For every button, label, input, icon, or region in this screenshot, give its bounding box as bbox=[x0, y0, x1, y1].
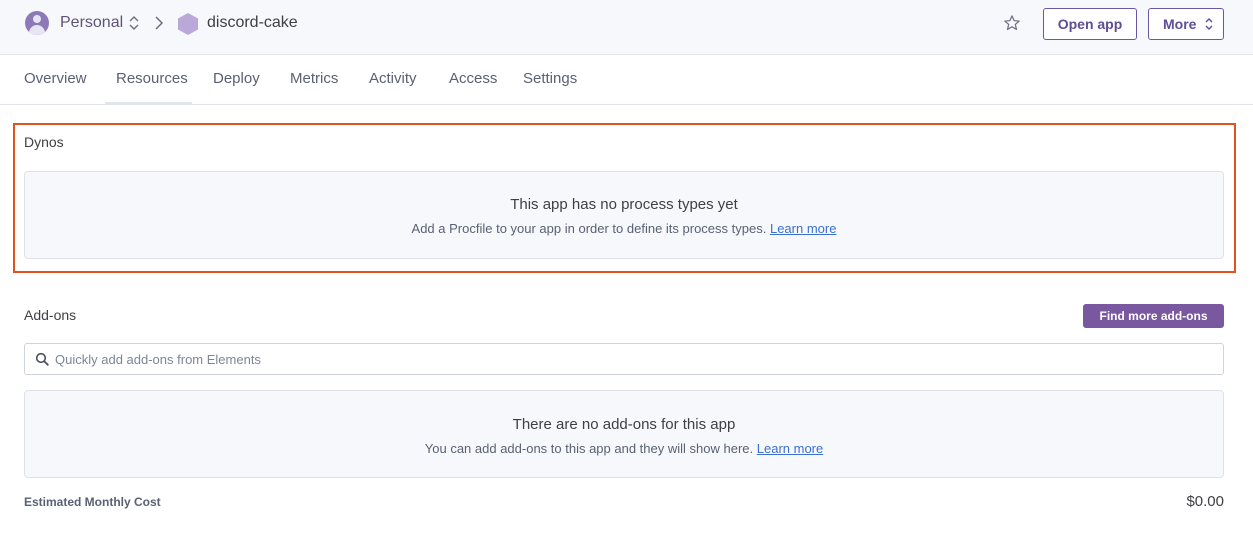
app-header: Personal discord-cake Open app More bbox=[0, 0, 1253, 55]
addons-learn-more-link[interactable]: Learn more bbox=[757, 441, 823, 456]
team-switcher[interactable]: Personal bbox=[60, 14, 123, 32]
tab-deploy[interactable]: Deploy bbox=[213, 70, 260, 87]
tab-activity[interactable]: Activity bbox=[369, 70, 417, 87]
find-more-addons-button[interactable]: Find more add-ons bbox=[1083, 304, 1224, 328]
tab-overview[interactable]: Overview bbox=[24, 70, 87, 87]
chevron-right-icon bbox=[155, 16, 164, 30]
open-app-button[interactable]: Open app bbox=[1043, 8, 1137, 40]
more-button[interactable]: More bbox=[1148, 8, 1224, 40]
find-more-addons-label: Find more add-ons bbox=[1099, 309, 1208, 323]
estimated-cost-label: Estimated Monthly Cost bbox=[24, 495, 161, 509]
app-tabs: Overview Resources Deploy Metrics Activi… bbox=[0, 55, 1253, 105]
dynos-empty-title: This app has no process types yet bbox=[510, 196, 738, 213]
search-icon bbox=[35, 352, 49, 366]
dynos-empty-state: This app has no process types yet Add a … bbox=[24, 171, 1224, 259]
dynos-empty-desc: Add a Procfile to your app in order to d… bbox=[411, 221, 767, 236]
addons-empty-state: There are no add-ons for this app You ca… bbox=[24, 390, 1224, 478]
tab-settings[interactable]: Settings bbox=[523, 70, 577, 87]
dynos-learn-more-link[interactable]: Learn more bbox=[770, 221, 836, 236]
addons-empty-title: There are no add-ons for this app bbox=[512, 416, 736, 433]
app-hexagon-icon bbox=[178, 13, 198, 35]
app-name-breadcrumb[interactable]: discord-cake bbox=[207, 14, 298, 32]
tab-resources[interactable]: Resources bbox=[116, 70, 188, 87]
open-app-label: Open app bbox=[1057, 16, 1123, 32]
tab-metrics[interactable]: Metrics bbox=[290, 70, 338, 87]
estimated-cost-value: $0.00 bbox=[1186, 493, 1224, 510]
more-label: More bbox=[1163, 16, 1197, 32]
user-avatar-icon[interactable] bbox=[25, 11, 49, 35]
updown-chevron-icon[interactable] bbox=[128, 14, 140, 32]
addons-search bbox=[24, 343, 1224, 375]
updown-caret-icon bbox=[1205, 18, 1213, 30]
addons-empty-desc-row: You can add add-ons to this app and they… bbox=[25, 441, 1223, 456]
active-tab-indicator bbox=[105, 102, 192, 105]
star-icon[interactable] bbox=[1003, 14, 1021, 32]
addons-title: Add-ons bbox=[24, 307, 77, 323]
dynos-empty-desc-row: Add a Procfile to your app in order to d… bbox=[25, 221, 1223, 236]
addons-empty-desc: You can add add-ons to this app and they… bbox=[424, 441, 754, 456]
tab-access[interactable]: Access bbox=[449, 70, 497, 87]
dynos-title: Dynos bbox=[24, 134, 64, 150]
addons-search-input[interactable] bbox=[55, 344, 1215, 374]
